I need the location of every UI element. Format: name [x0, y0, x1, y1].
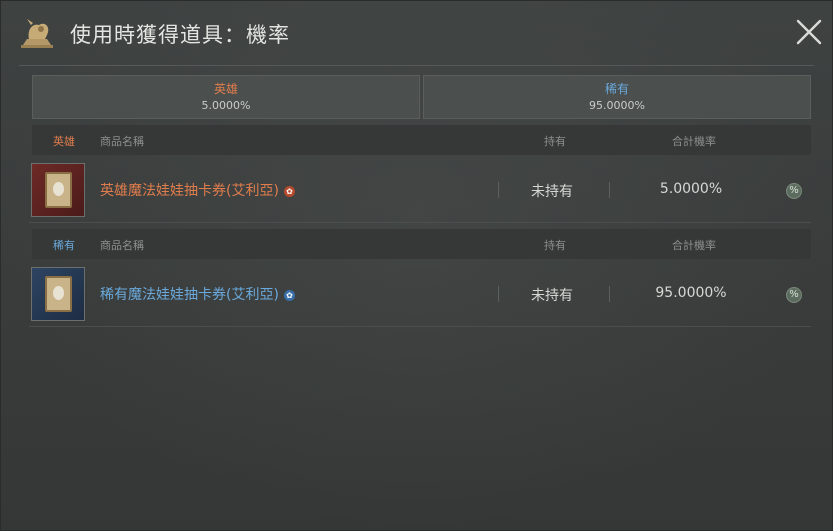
table-header-hero: 英雄 商品名稱 持有 合計機率	[32, 125, 811, 155]
card-ticket-art	[45, 276, 72, 312]
percent-icon[interactable]: %	[786, 183, 802, 199]
column-own-header: 持有	[544, 239, 566, 252]
item-own-status: 未持有	[531, 288, 573, 304]
summary-hero: 英雄 5.0000%	[32, 75, 420, 119]
window-title: 使用時獲得道具：機率	[70, 23, 290, 47]
summary-grade-rate: 95.0000%	[589, 99, 645, 112]
summary-grade-label: 稀有	[604, 82, 629, 96]
item-name-text: 英雄魔法娃娃抽卡券(艾利亞)	[100, 183, 279, 199]
item-rate: 5.0000%	[659, 181, 723, 197]
column-divider	[609, 182, 610, 198]
item-row-hero[interactable]: 英雄魔法娃娃抽卡券(艾利亞) ✿ 未持有 5.0000% %	[29, 160, 811, 223]
column-name-header: 商品名稱	[100, 239, 144, 252]
card-ticket-icon	[31, 267, 85, 321]
bound-badge-icon: ✿	[283, 290, 295, 301]
summary-rare: 稀有 95.0000%	[423, 75, 811, 119]
grade-summary: 英雄 5.0000% 稀有 95.0000%	[32, 75, 811, 119]
table-header-rare: 稀有 商品名稱 持有 合計機率	[32, 229, 811, 259]
card-ticket-icon	[31, 163, 85, 217]
column-name-header: 商品名稱	[100, 135, 144, 148]
summary-grade-label: 英雄	[213, 82, 238, 96]
item-own-status: 未持有	[531, 184, 573, 200]
percent-icon[interactable]: %	[786, 287, 802, 303]
close-icon[interactable]	[796, 19, 822, 45]
card-ticket-art	[45, 172, 72, 208]
doll-trophy-icon	[21, 19, 53, 48]
column-own-header: 持有	[544, 135, 566, 148]
column-divider	[498, 182, 499, 198]
item-row-rare[interactable]: 稀有魔法娃娃抽卡券(艾利亞) ✿ 未持有 95.0000% %	[29, 264, 811, 327]
column-rate-header: 合計機率	[672, 239, 716, 252]
column-divider	[498, 286, 499, 302]
item-name[interactable]: 稀有魔法娃娃抽卡券(艾利亞) ✿	[100, 284, 295, 304]
summary-grade-rate: 5.0000%	[201, 99, 251, 112]
column-rate-header: 合計機率	[672, 135, 716, 148]
title-divider	[19, 65, 814, 66]
item-name[interactable]: 英雄魔法娃娃抽卡券(艾利亞) ✿	[100, 180, 295, 200]
column-divider	[609, 286, 610, 302]
bound-badge-icon: ✿	[283, 186, 295, 197]
title-bar: 使用時獲得道具：機率	[1, 1, 833, 65]
item-name-text: 稀有魔法娃娃抽卡券(艾利亞)	[100, 287, 279, 303]
item-rate: 95.0000%	[655, 285, 727, 301]
probability-window: 使用時獲得道具：機率 英雄 5.0000% 稀有 95.0000% 英雄 商品名…	[0, 0, 833, 531]
group-grade-label: 英雄	[53, 135, 75, 148]
group-grade-label: 稀有	[53, 239, 75, 252]
